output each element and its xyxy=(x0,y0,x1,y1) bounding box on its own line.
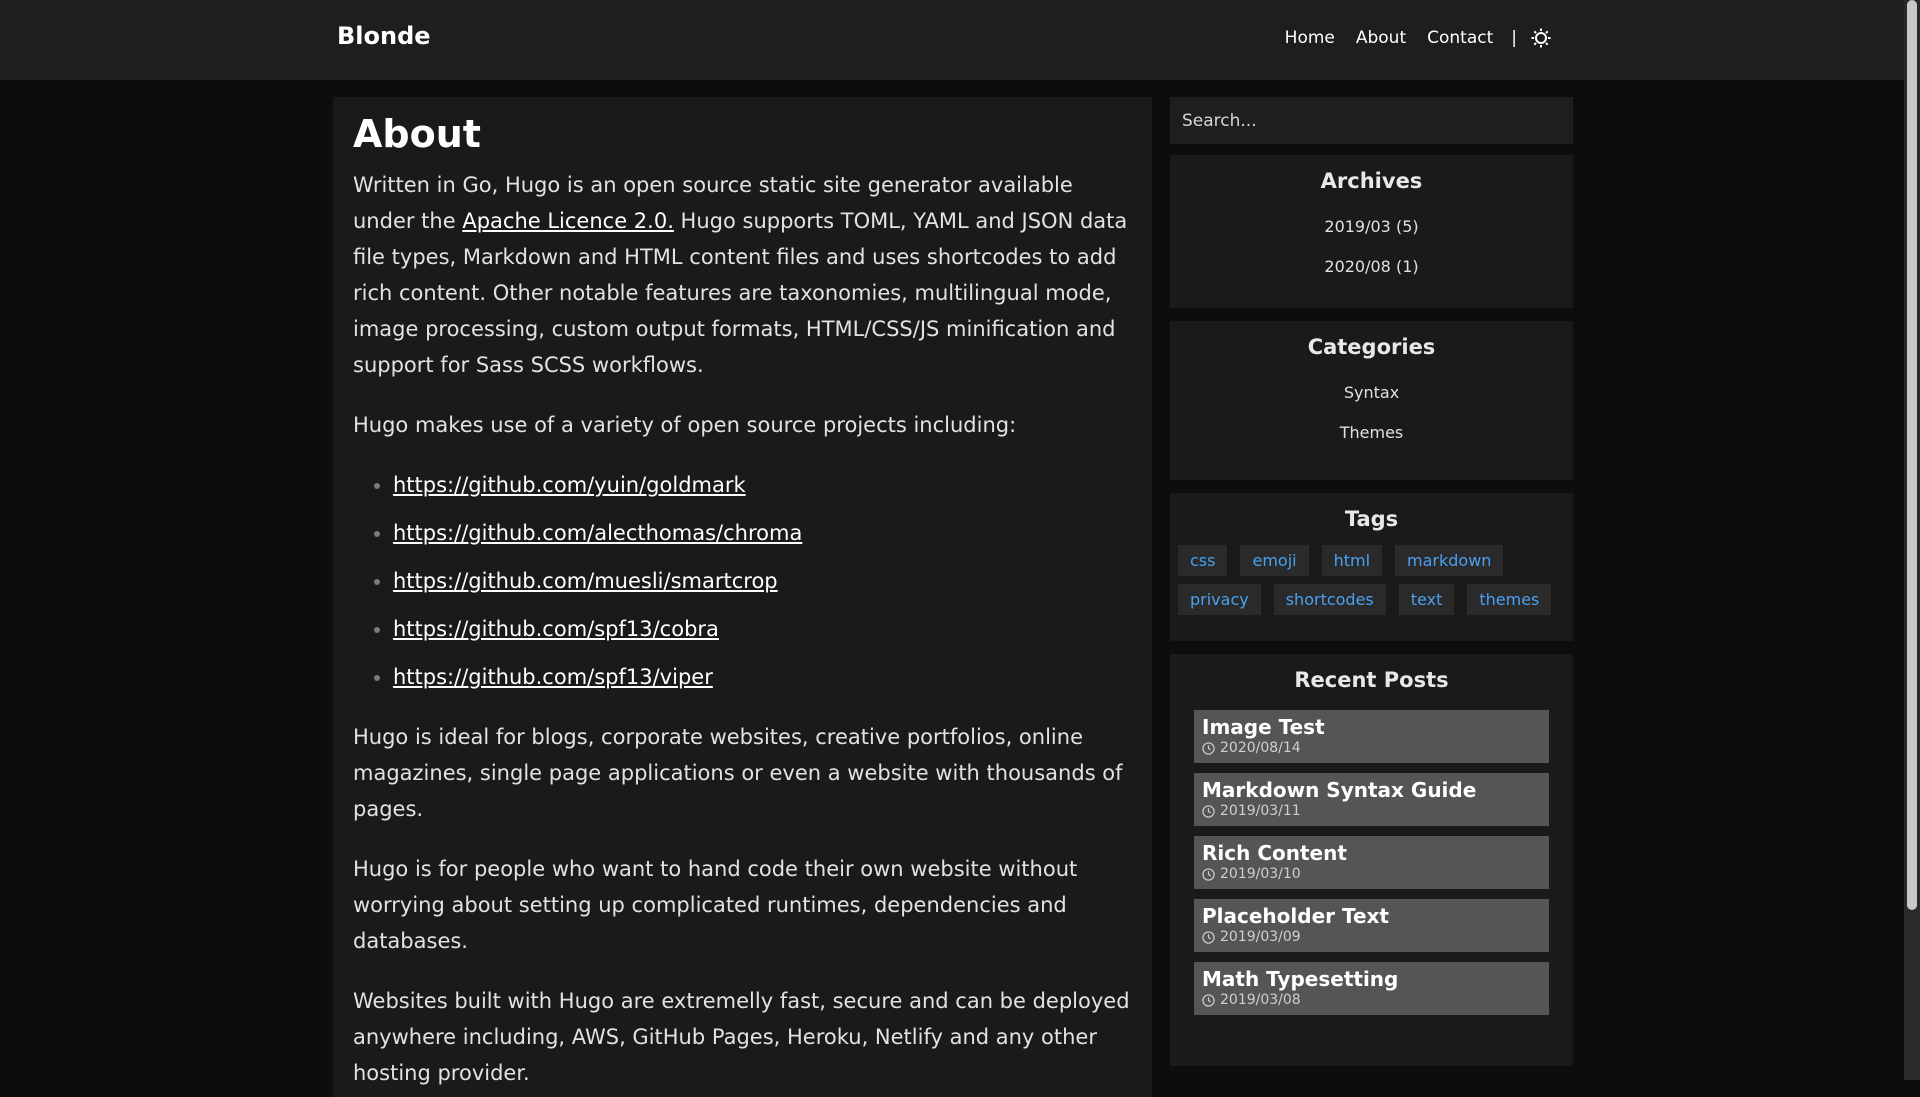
tag-privacy[interactable]: privacy xyxy=(1178,584,1261,615)
post-date: 2020/08/14 xyxy=(1202,740,1541,756)
article-content: About Written in Go, Hugo is an open sou… xyxy=(333,97,1152,1097)
archives-widget: Archives 2019/03 (5) 2020/08 (1) xyxy=(1170,155,1573,308)
tag-cloud: css emoji html markdown privacy shortcod… xyxy=(1178,545,1565,623)
post-title: Image Test xyxy=(1202,715,1325,739)
nav-contact-link[interactable]: Contact xyxy=(1427,28,1493,48)
nav-separator: | xyxy=(1511,28,1517,48)
scrollbar-thumb[interactable] xyxy=(1907,0,1917,910)
post-date: 2019/03/09 xyxy=(1202,929,1541,945)
post-date-text: 2019/03/11 xyxy=(1220,803,1301,819)
recent-post-card[interactable]: Image Test 2020/08/14 xyxy=(1194,710,1549,763)
site-brand[interactable]: Blonde xyxy=(337,22,431,50)
project-link[interactable]: https://github.com/spf13/viper xyxy=(393,665,713,689)
paragraph-text: Hugo supports TOML, YAML and JSON data f… xyxy=(353,209,1128,377)
project-link[interactable]: https://github.com/muesli/smartcrop xyxy=(393,569,778,593)
clock-icon xyxy=(1202,804,1215,818)
list-item: https://github.com/muesli/smartcrop xyxy=(393,563,1132,599)
tag-html[interactable]: html xyxy=(1321,545,1383,576)
page-scrollbar[interactable] xyxy=(1904,0,1920,1080)
main-nav: Home About Contact | xyxy=(1264,28,1551,48)
post-title: Markdown Syntax Guide xyxy=(1202,778,1477,802)
article-paragraph: Hugo is for people who want to hand code… xyxy=(353,857,1078,953)
post-title: Math Typesetting xyxy=(1202,967,1399,991)
apache-licence-link[interactable]: Apache Licence 2.0. xyxy=(462,209,674,233)
search-input[interactable] xyxy=(1170,97,1573,144)
article-paragraph: Hugo makes use of a variety of open sour… xyxy=(353,413,1017,437)
clock-icon xyxy=(1202,993,1215,1007)
widget-title: Tags xyxy=(1344,507,1399,531)
tag-markdown[interactable]: markdown xyxy=(1395,545,1504,576)
tags-widget: Tags css emoji html markdown privacy sho… xyxy=(1170,493,1573,641)
list-item: https://github.com/alecthomas/chroma xyxy=(393,515,1132,551)
site-header: Blonde Home About Contact | xyxy=(0,0,1904,80)
tag-text[interactable]: text xyxy=(1398,584,1455,615)
project-link[interactable]: https://github.com/yuin/goldmark xyxy=(393,473,746,497)
widget-title: Categories xyxy=(1307,335,1436,359)
recent-post-card[interactable]: Rich Content 2019/03/10 xyxy=(1194,836,1549,889)
project-link[interactable]: https://github.com/spf13/cobra xyxy=(393,617,719,641)
project-link-list: https://github.com/yuin/goldmark https:/… xyxy=(353,467,1132,695)
recent-posts-widget: Recent Posts Image Test 2020/08/14 Markd… xyxy=(1170,654,1573,1066)
category-link[interactable]: Themes xyxy=(1178,413,1565,453)
post-date-text: 2020/08/14 xyxy=(1220,740,1301,756)
clock-icon xyxy=(1202,930,1215,944)
post-date-text: 2019/03/08 xyxy=(1220,992,1301,1008)
article-paragraph: Websites built with Hugo are extremelly … xyxy=(353,989,1130,1085)
sidebar: Archives 2019/03 (5) 2020/08 (1) Categor… xyxy=(1170,97,1573,1079)
post-date: 2019/03/08 xyxy=(1202,992,1541,1008)
article-paragraph: Hugo is ideal for blogs, corporate websi… xyxy=(353,725,1123,821)
sun-icon[interactable] xyxy=(1531,28,1551,48)
clock-icon xyxy=(1202,867,1215,881)
list-item: https://github.com/spf13/viper xyxy=(393,659,1132,695)
archive-link[interactable]: 2020/08 (1) xyxy=(1178,247,1565,287)
category-link[interactable]: Syntax xyxy=(1178,373,1565,413)
article-paragraph: Written in Go, Hugo is an open source st… xyxy=(353,167,1132,383)
post-date: 2019/03/11 xyxy=(1202,803,1541,819)
tag-themes[interactable]: themes xyxy=(1467,584,1552,615)
list-item: https://github.com/spf13/cobra xyxy=(393,611,1132,647)
nav-about-link[interactable]: About xyxy=(1356,28,1406,48)
categories-widget: Categories Syntax Themes xyxy=(1170,321,1573,480)
recent-post-card[interactable]: Math Typesetting 2019/03/08 xyxy=(1194,962,1549,1015)
archive-link[interactable]: 2019/03 (5) xyxy=(1178,207,1565,247)
tag-shortcodes[interactable]: shortcodes xyxy=(1273,584,1386,615)
clock-icon xyxy=(1202,741,1215,755)
widget-title: Recent Posts xyxy=(1294,668,1449,692)
post-date-text: 2019/03/10 xyxy=(1220,866,1301,882)
widget-title: Archives xyxy=(1320,169,1423,193)
tag-css[interactable]: css xyxy=(1178,545,1228,576)
nav-home-link[interactable]: Home xyxy=(1285,28,1335,48)
recent-post-card[interactable]: Markdown Syntax Guide 2019/03/11 xyxy=(1194,773,1549,826)
post-title: Placeholder Text xyxy=(1202,904,1389,928)
project-link[interactable]: https://github.com/alecthomas/chroma xyxy=(393,521,802,545)
recent-post-card[interactable]: Placeholder Text 2019/03/09 xyxy=(1194,899,1549,952)
post-date-text: 2019/03/09 xyxy=(1220,929,1301,945)
tag-emoji[interactable]: emoji xyxy=(1240,545,1309,576)
list-item: https://github.com/yuin/goldmark xyxy=(393,467,1132,503)
page-title: About xyxy=(353,112,481,156)
post-date: 2019/03/10 xyxy=(1202,866,1541,882)
post-title: Rich Content xyxy=(1202,841,1347,865)
